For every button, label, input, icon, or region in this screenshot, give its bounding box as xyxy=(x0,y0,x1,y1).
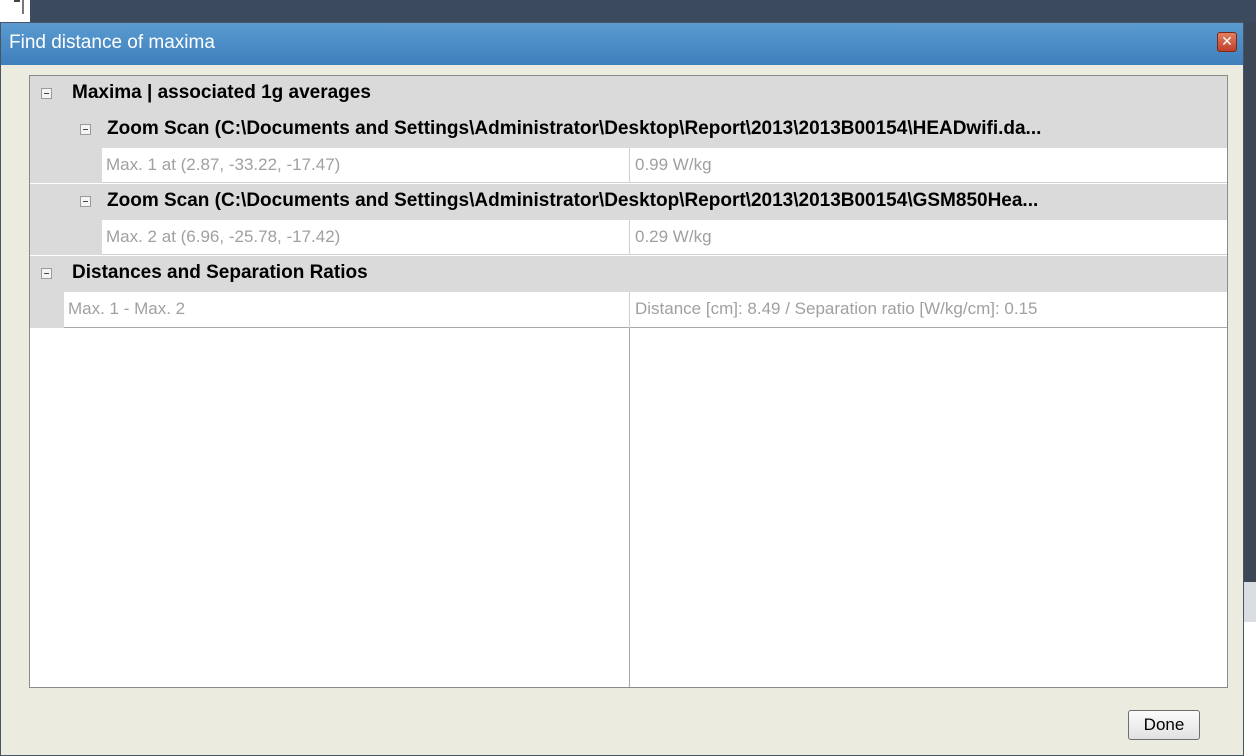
close-icon: ✕ xyxy=(1221,34,1233,50)
done-button[interactable]: Done xyxy=(1128,710,1200,740)
background-window-edge xyxy=(1244,582,1256,622)
table-row[interactable]: Max. 1 - Max. 2 Distance [cm]: 8.49 / Se… xyxy=(30,292,1227,328)
dialog-title: Find distance of maxima xyxy=(9,32,215,53)
maximum-position: Max. 2 at (6.96, -25.78, -17.42) xyxy=(106,227,341,246)
group-distances[interactable]: Distances and Separation Ratios xyxy=(30,256,1227,292)
group-distances-label: Distances and Separation Ratios xyxy=(72,262,368,283)
title-bar[interactable]: Find distance of maxima ✕ xyxy=(1,23,1243,65)
collapse-icon[interactable] xyxy=(41,88,52,99)
maximum-position: Max. 1 at (2.87, -33.22, -17.47) xyxy=(106,155,341,174)
column-divider[interactable] xyxy=(629,328,630,687)
background-window-edge xyxy=(1244,22,1256,582)
group-zoom-scan-2[interactable]: Zoom Scan (C:\Documents and Settings\Adm… xyxy=(30,184,1227,220)
collapse-icon[interactable] xyxy=(80,196,91,207)
close-button[interactable]: ✕ xyxy=(1217,32,1237,52)
find-distance-dialog: Find distance of maxima ✕ Maxima | assoc… xyxy=(0,22,1244,756)
zoom-scan-1-label: Zoom Scan (C:\Documents and Settings\Adm… xyxy=(107,118,1042,139)
collapse-icon[interactable] xyxy=(41,268,52,279)
maximum-value: 0.29 W/kg xyxy=(635,227,712,246)
background-artifact xyxy=(22,0,24,14)
background-artifact xyxy=(14,0,20,2)
table-row[interactable]: Max. 1 at (2.87, -33.22, -17.47) 0.99 W/… xyxy=(30,148,1227,183)
group-maxima[interactable]: Maxima | associated 1g averages xyxy=(30,76,1227,112)
table-row[interactable]: Max. 2 at (6.96, -25.78, -17.42) 0.29 W/… xyxy=(30,220,1227,255)
zoom-scan-2-label: Zoom Scan (C:\Documents and Settings\Adm… xyxy=(107,190,1039,211)
distance-pair: Max. 1 - Max. 2 xyxy=(68,299,186,318)
collapse-icon[interactable] xyxy=(80,124,91,135)
distance-value: Distance [cm]: 8.49 / Separation ratio [… xyxy=(635,299,1038,318)
group-zoom-scan-1[interactable]: Zoom Scan (C:\Documents and Settings\Adm… xyxy=(30,112,1227,148)
maxima-tree-grid: Maxima | associated 1g averages Zoom Sca… xyxy=(29,75,1228,688)
background-window-strip xyxy=(30,0,1256,22)
maximum-value: 0.99 W/kg xyxy=(635,155,712,174)
group-maxima-label: Maxima | associated 1g averages xyxy=(72,82,371,103)
